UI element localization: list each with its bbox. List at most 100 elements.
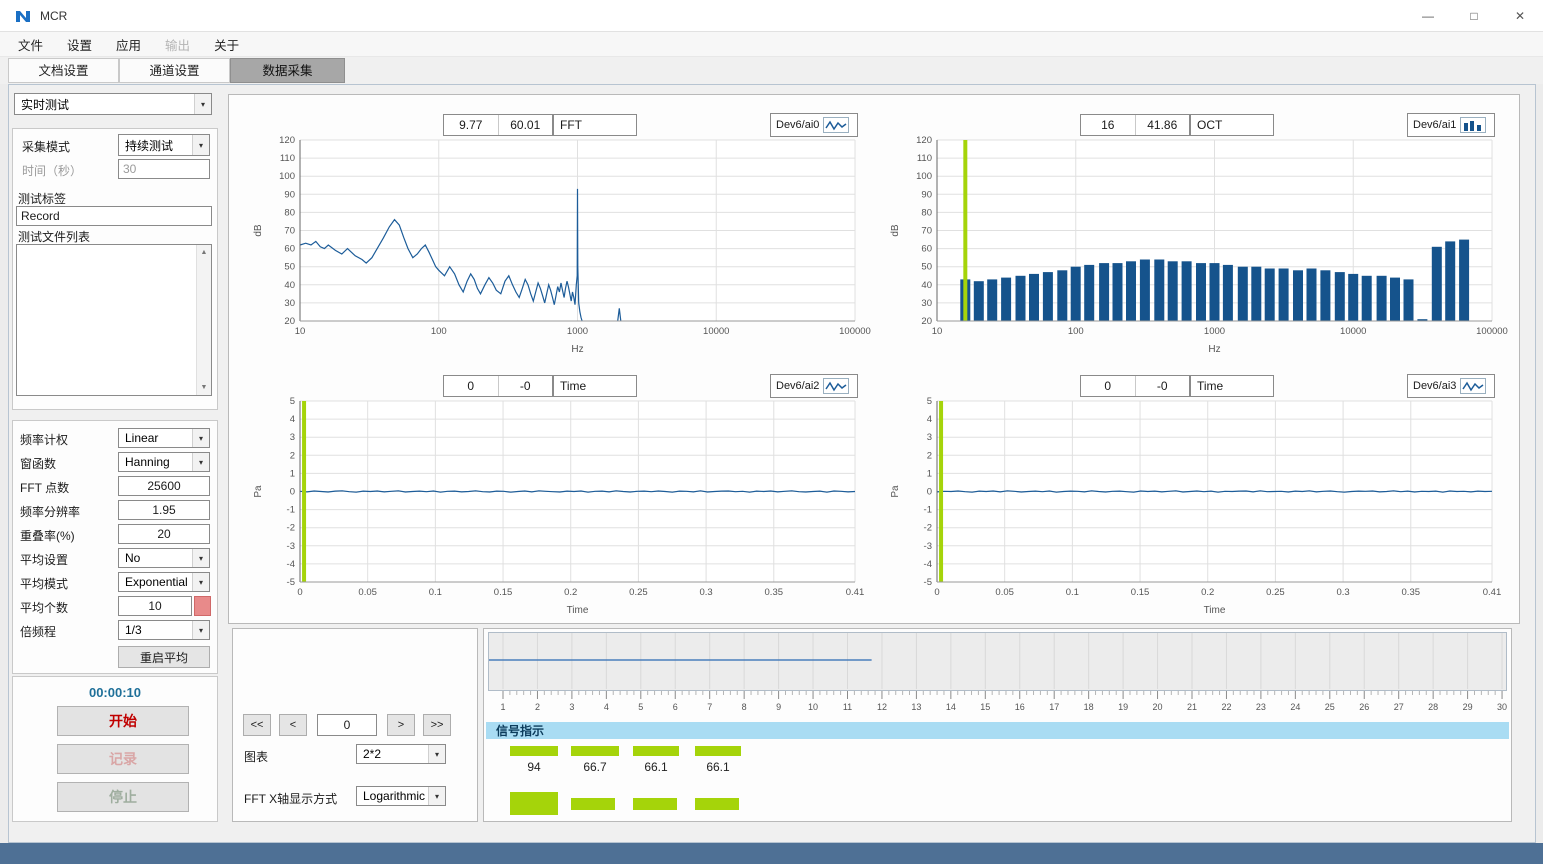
- svg-text:18: 18: [1084, 702, 1094, 712]
- app-icon: [14, 7, 32, 25]
- chart-layout-select[interactable]: 2*2 ▾: [356, 744, 446, 764]
- freq-weighting-label: 频率计权: [20, 431, 68, 448]
- scrollbar[interactable]: ▲ ▼: [196, 245, 211, 395]
- maximize-button[interactable]: □: [1451, 0, 1497, 32]
- record-timeline[interactable]: 1234567891011121314151617181920212223242…: [488, 632, 1508, 720]
- svg-text:0.25: 0.25: [1266, 587, 1285, 598]
- octave-select[interactable]: 1/3 ▾: [118, 620, 210, 640]
- menu-file[interactable]: 文件: [6, 35, 55, 54]
- svg-text:40: 40: [284, 280, 295, 291]
- svg-text:0: 0: [927, 487, 932, 498]
- svg-text:3: 3: [569, 702, 574, 712]
- svg-text:-3: -3: [924, 541, 932, 552]
- avg-mode-value: Exponential: [119, 575, 192, 589]
- stop-button[interactable]: 停止: [57, 782, 189, 812]
- svg-text:-1: -1: [924, 505, 932, 516]
- bottom-status-strip: [0, 843, 1543, 864]
- menu-about[interactable]: 关于: [202, 35, 251, 54]
- svg-text:1000: 1000: [567, 326, 588, 337]
- menu-settings[interactable]: 设置: [55, 35, 104, 54]
- avg-mode-select[interactable]: Exponential ▾: [118, 572, 210, 592]
- svg-text:100: 100: [1068, 326, 1084, 337]
- close-button[interactable]: ✕: [1497, 0, 1543, 32]
- svg-text:0.05: 0.05: [995, 587, 1014, 598]
- fft-chart[interactable]: 1201101009080706050403020101001000100001…: [248, 130, 888, 364]
- svg-text:40: 40: [921, 280, 932, 291]
- first-page-button[interactable]: <<: [243, 714, 271, 736]
- tab-document-settings[interactable]: 文档设置: [8, 58, 119, 83]
- page-index-input[interactable]: [317, 714, 377, 736]
- test-tag-input[interactable]: [16, 206, 212, 226]
- freq-resolution-input[interactable]: [118, 500, 210, 520]
- svg-text:-2: -2: [924, 523, 932, 534]
- svg-text:-2: -2: [287, 523, 295, 534]
- svg-text:50: 50: [284, 262, 295, 273]
- next-page-button[interactable]: >: [387, 714, 415, 736]
- menu-output: 输出: [153, 35, 202, 54]
- window-function-select[interactable]: Hanning ▾: [118, 452, 210, 472]
- chevron-down-icon: ▾: [192, 573, 209, 591]
- chart-layout-value: 2*2: [357, 747, 428, 761]
- tab-channel-settings[interactable]: 通道设置: [119, 58, 230, 83]
- elapsed-timer: 00:00:10: [12, 685, 218, 700]
- tab-data-acquisition[interactable]: 数据采集: [230, 58, 345, 83]
- acq-mode-value: 持续测试: [119, 137, 192, 154]
- svg-text:0: 0: [297, 587, 302, 598]
- svg-text:0.41: 0.41: [1483, 587, 1502, 598]
- fft-points-input[interactable]: [118, 476, 210, 496]
- svg-text:20: 20: [1153, 702, 1163, 712]
- svg-text:0.2: 0.2: [1201, 587, 1214, 598]
- svg-text:0.15: 0.15: [1131, 587, 1150, 598]
- svg-text:29: 29: [1463, 702, 1473, 712]
- svg-text:100: 100: [279, 171, 295, 182]
- last-page-button[interactable]: >>: [423, 714, 451, 736]
- time-chart-ai2[interactable]: 543210-1-2-3-4-500.050.10.150.20.250.30.…: [248, 391, 888, 625]
- svg-text:30: 30: [921, 298, 932, 309]
- svg-text:Time: Time: [567, 605, 589, 616]
- level-meter2-ch2: [571, 798, 615, 810]
- signal-indicator-header: 信号指示: [486, 722, 1509, 739]
- fft-points-label: FFT 点数: [20, 479, 69, 496]
- menu-apply[interactable]: 应用: [104, 35, 153, 54]
- svg-text:0.05: 0.05: [358, 587, 377, 598]
- restart-average-button[interactable]: 重启平均: [118, 646, 210, 668]
- acq-mode-select[interactable]: 持续测试 ▾: [118, 134, 210, 156]
- freq-weighting-select[interactable]: Linear ▾: [118, 428, 210, 448]
- fft-axis-mode-label: FFT X轴显示方式: [244, 790, 337, 807]
- level-meter2-ch1: [510, 792, 558, 815]
- time-seconds-input[interactable]: [118, 159, 210, 179]
- level-value-ch2: 66.7: [571, 760, 619, 774]
- oct-chart[interactable]: 1201101009080706050403020101001000100001…: [885, 130, 1525, 364]
- svg-text:27: 27: [1394, 702, 1404, 712]
- minimize-button[interactable]: —: [1405, 0, 1451, 32]
- menubar: 文件 设置 应用 输出 关于: [0, 32, 1543, 57]
- prev-page-button[interactable]: <: [279, 714, 307, 736]
- svg-text:3: 3: [290, 432, 295, 443]
- svg-text:15: 15: [980, 702, 990, 712]
- octave-value: 1/3: [119, 623, 192, 637]
- window-function-value: Hanning: [119, 455, 192, 469]
- record-button[interactable]: 记录: [57, 744, 189, 774]
- svg-text:80: 80: [921, 207, 932, 218]
- test-type-select[interactable]: 实时测试 ▾: [14, 93, 212, 115]
- svg-text:23: 23: [1256, 702, 1266, 712]
- svg-text:0.1: 0.1: [1066, 587, 1079, 598]
- start-button[interactable]: 开始: [57, 706, 189, 736]
- svg-text:0.35: 0.35: [1402, 587, 1421, 598]
- svg-text:2: 2: [535, 702, 540, 712]
- svg-text:1000: 1000: [1204, 326, 1225, 337]
- overlap-rate-input[interactable]: [118, 524, 210, 544]
- time-chart-ai3[interactable]: 543210-1-2-3-4-500.050.10.150.20.250.30.…: [885, 391, 1525, 625]
- avg-setting-select[interactable]: No ▾: [118, 548, 210, 568]
- svg-text:-5: -5: [287, 577, 295, 588]
- level-value-ch1: 94: [510, 760, 558, 774]
- scroll-up-icon[interactable]: ▲: [197, 245, 211, 260]
- fft-axis-mode-select[interactable]: Logarithmic ▾: [356, 786, 446, 806]
- fft-axis-mode-value: Logarithmic: [357, 789, 428, 803]
- avg-count-label: 平均个数: [20, 599, 68, 616]
- scroll-down-icon[interactable]: ▼: [197, 380, 211, 395]
- svg-text:Pa: Pa: [253, 485, 264, 498]
- svg-text:22: 22: [1221, 702, 1231, 712]
- test-file-list[interactable]: ▲ ▼: [16, 244, 212, 396]
- avg-count-input[interactable]: [118, 596, 192, 616]
